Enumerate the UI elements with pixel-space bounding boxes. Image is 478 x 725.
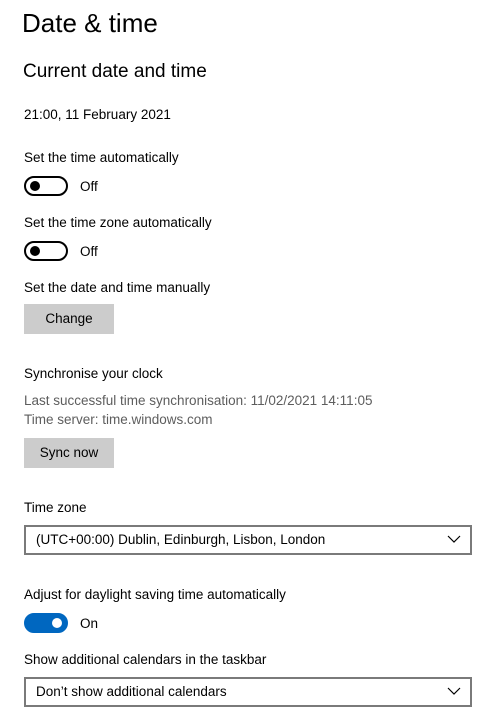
dst-toggle[interactable] [24,613,68,633]
set-timezone-auto-state: Off [80,244,98,259]
chevron-down-icon [447,535,461,543]
timezone-label: Time zone [24,500,87,515]
timezone-selected: (UTC+00:00) Dublin, Edinburgh, Lisbon, L… [36,532,326,547]
set-time-auto-toggle[interactable] [24,176,68,196]
toggle-knob [52,618,62,628]
set-time-auto-state: Off [80,179,98,194]
chevron-down-icon [447,687,461,695]
current-datetime: 21:00, 11 February 2021 [24,107,171,122]
manual-label: Set the date and time manually [24,280,211,295]
last-sync-text: Last successful time synchronisation: 11… [24,393,373,408]
calendars-dropdown[interactable]: Don’t show additional calendars [24,677,472,707]
dst-state: On [80,616,99,631]
sync-heading: Synchronise your clock [24,366,163,381]
toggle-knob [30,246,40,256]
set-timezone-auto-label: Set the time zone automatically [24,215,212,230]
timezone-dropdown[interactable]: (UTC+00:00) Dublin, Edinburgh, Lisbon, L… [24,525,472,555]
calendars-selected: Don’t show additional calendars [36,684,227,699]
sync-now-button[interactable]: Sync now [24,438,114,468]
calendars-label: Show additional calendars in the taskbar [24,652,267,667]
time-server-text: Time server: time.windows.com [24,412,213,427]
page-title: Date & time [22,8,158,38]
set-time-auto-label: Set the time automatically [24,150,179,165]
toggle-knob [30,181,40,191]
set-timezone-auto-toggle[interactable] [24,241,68,261]
section-title: Current date and time [23,61,207,82]
dst-label: Adjust for daylight saving time automati… [24,587,286,602]
change-button[interactable]: Change [24,304,114,334]
